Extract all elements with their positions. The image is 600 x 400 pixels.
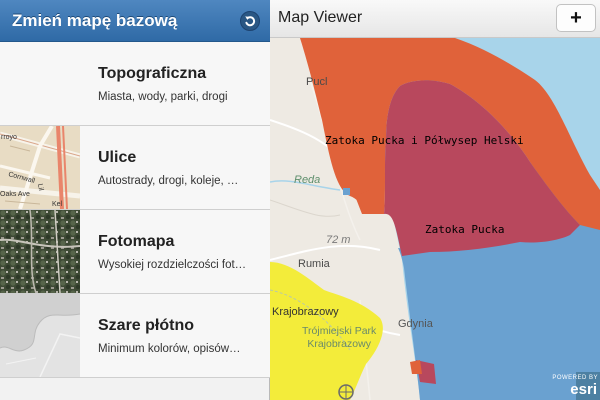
map-title: Map Viewer: [278, 9, 363, 26]
thumb-label: Kel: [52, 201, 63, 208]
basemap-item-gray-canvas[interactable]: Szare płótno Minimum kolorów, opisów…: [0, 294, 270, 378]
map-polygon-label: Zatoka Pucka i Półwysep Helski: [325, 134, 524, 147]
basemap-item-streets[interactable]: rroyo Cornwall Oaks Ave Kel Lil Ulice Au…: [0, 126, 270, 210]
basemap-gallery-panel: Zmień mapę bazową Topograficzna Miasta, …: [0, 0, 270, 400]
basemap-description: Miasta, wody, parki, drogi: [98, 91, 228, 103]
thumb-label: Oaks Ave: [0, 191, 30, 198]
basemap-description: Minimum kolorów, opisów…: [98, 343, 241, 355]
thumb-label: rroyo: [1, 134, 17, 141]
map-view[interactable]: Pucl Zatoka Pucka i Półwysep Helski Zato…: [270, 0, 600, 400]
map-polygon-label: Zatoka Pucka: [425, 223, 505, 236]
gray-canvas-thumbnail: [0, 294, 80, 377]
map-elevation-label: 72 m: [326, 234, 351, 246]
map-toolbar: Map Viewer +: [270, 0, 600, 38]
basemap-name: Topograficzna: [98, 65, 207, 82]
basemap-name: Szare płótno: [98, 317, 195, 334]
basemap-description: Wysokiej rozdzielczości fot…: [98, 259, 247, 271]
add-button[interactable]: +: [556, 4, 596, 32]
plus-icon: +: [570, 6, 582, 29]
basemap-item-imagery[interactable]: Fotomapa Wysokiej rozdzielczości fot…: [0, 210, 270, 294]
map-place-label: Krajobrazowy: [272, 306, 339, 318]
basemap-item-topographic[interactable]: Topograficzna Miasta, wody, parki, drogi: [0, 42, 270, 126]
map-place-label: Pucl: [306, 76, 328, 88]
map-water-label: Reda: [294, 174, 321, 186]
back-arrow-icon: [245, 16, 256, 27]
basemap-description: Autostrady, drogi, koleje, …: [98, 175, 239, 187]
imagery-thumbnail: [0, 210, 80, 293]
esri-logo[interactable]: esri: [570, 381, 597, 398]
back-button[interactable]: [240, 11, 260, 31]
basemap-name: Ulice: [98, 149, 137, 166]
panel-header: Zmień mapę bazową: [0, 0, 270, 42]
basemap-name: Fotomapa: [98, 233, 175, 250]
map-place-label: Gdynia: [398, 318, 433, 330]
map-park-label: Trójmiejski Park Krajobrazowy: [302, 325, 377, 350]
panel-title: Zmień mapę bazową: [12, 11, 178, 30]
streets-thumbnail: rroyo Cornwall Oaks Ave Kel Lil: [0, 126, 80, 209]
map-place-label: Rumia: [298, 258, 330, 270]
